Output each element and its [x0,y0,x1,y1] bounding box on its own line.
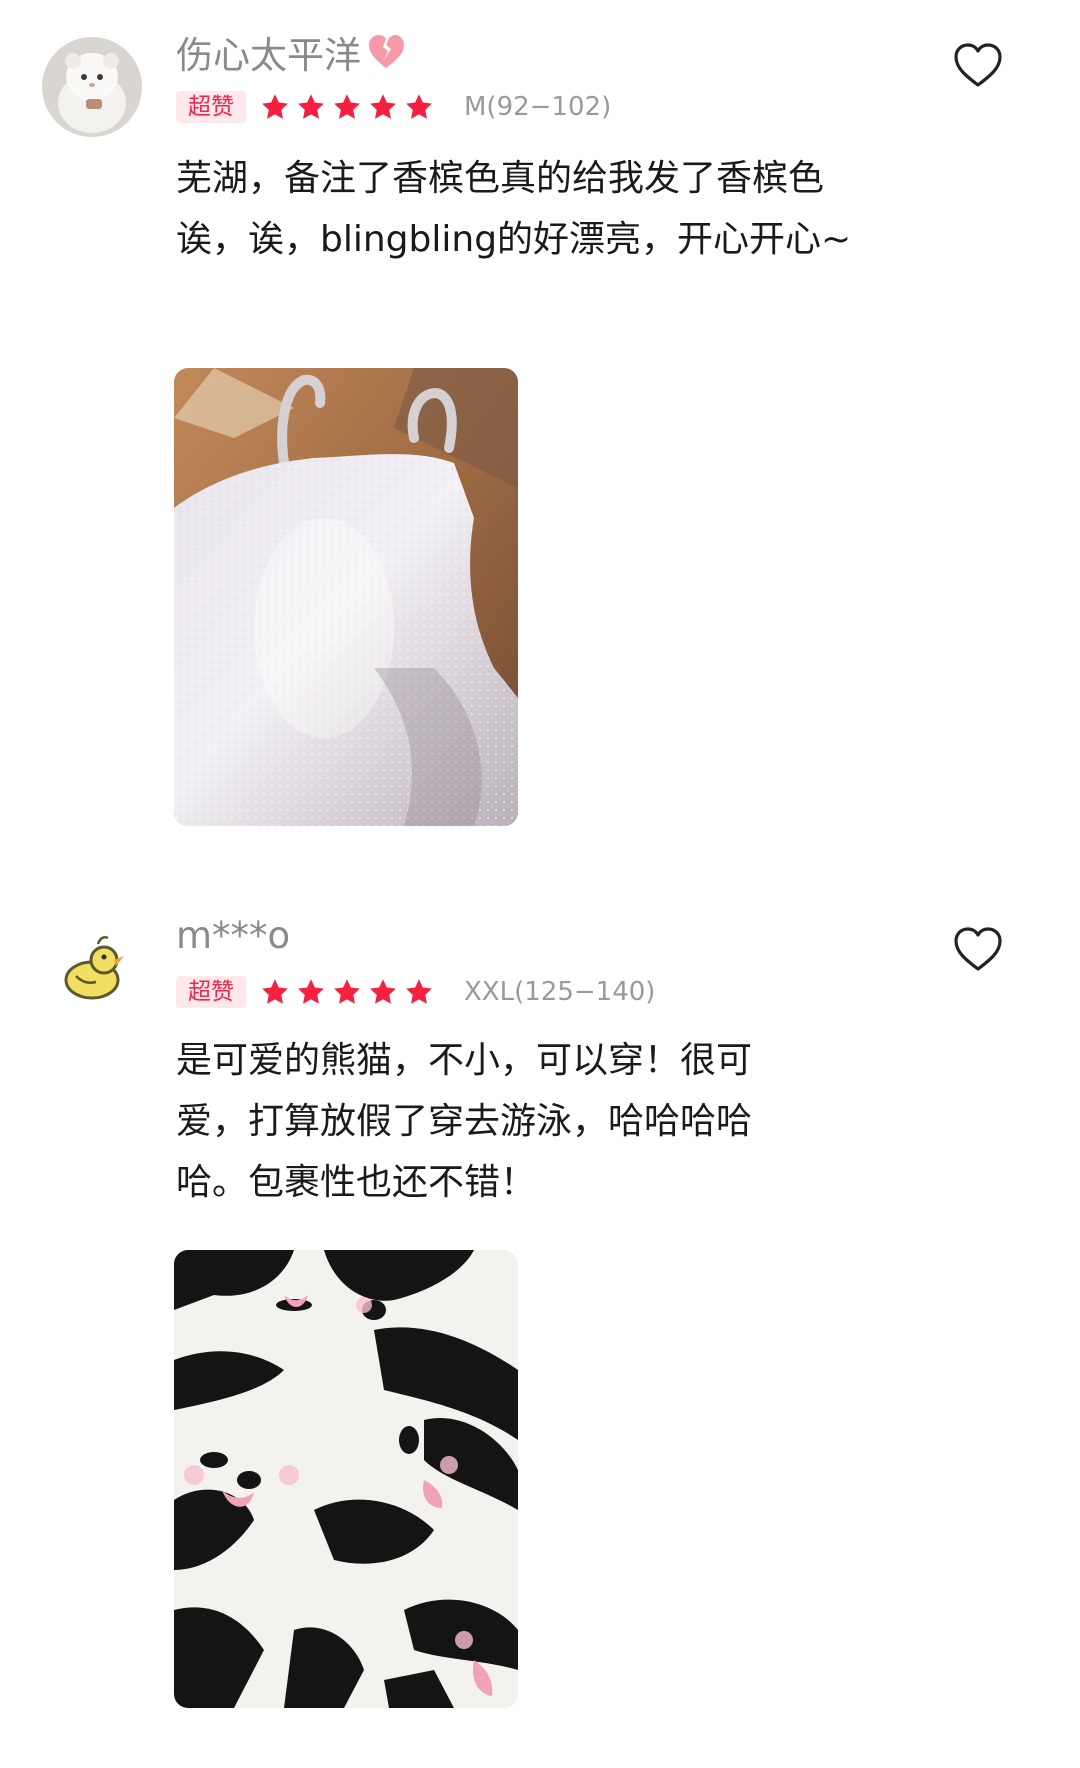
white-cat-avatar-icon [42,37,142,137]
review-card: m***o 超赞 XXL(125−140) 是可爱的熊猫，不小，可以穿！很可爱，… [0,880,1080,1768]
panda-print-fabric-photo [174,1250,518,1708]
rating-row: 超赞 XXL(125−140) [176,975,655,1009]
review-photo[interactable] [174,1250,518,1708]
review-text: 是可爱的熊猫，不小，可以穿！很可爱，打算放假了穿去游泳，哈哈哈哈哈。包裹性也还不… [176,1040,753,1203]
username[interactable]: m***o [176,912,290,960]
heart-outline-icon [954,43,1002,87]
username[interactable]: 伤心太平洋 [176,32,405,82]
star-icon [406,94,432,119]
heart-outline-icon [954,927,1002,971]
avatar[interactable] [42,920,142,1020]
size-label: M(92−102) [464,92,612,122]
like-button[interactable] [950,922,1006,978]
rating-badge: 超赞 [176,91,246,123]
star-icon [370,94,396,119]
broken-heart-icon [367,34,405,82]
star-icon [262,94,288,119]
yellow-chick-avatar-icon [42,920,142,1020]
sparkly-champagne-swimsuit-photo [174,368,518,826]
star-icon [370,979,396,1004]
star-icon [298,979,324,1004]
star-icon [298,94,324,119]
like-button[interactable] [950,38,1006,94]
star-icon [334,94,360,119]
star-icon [334,979,360,1004]
star-icon [406,979,432,1004]
star-icon [262,979,288,1004]
review-photo[interactable] [174,368,518,826]
rating-badge: 超赞 [176,976,246,1008]
star-rating [260,92,440,122]
rating-row: 超赞 M(92−102) [176,90,611,124]
review-text: 芜湖，备注了香槟色真的给我发了香槟色诶，诶，blingbling的好漂亮，开心开… [176,158,852,260]
avatar[interactable] [42,37,142,137]
size-label: XXL(125−140) [464,977,656,1007]
star-rating [260,977,440,1007]
review-card: 伤心太平洋 超赞 M(92−102) 芜湖，备注了香槟色真的给我发了香槟色诶，诶… [0,0,1080,860]
